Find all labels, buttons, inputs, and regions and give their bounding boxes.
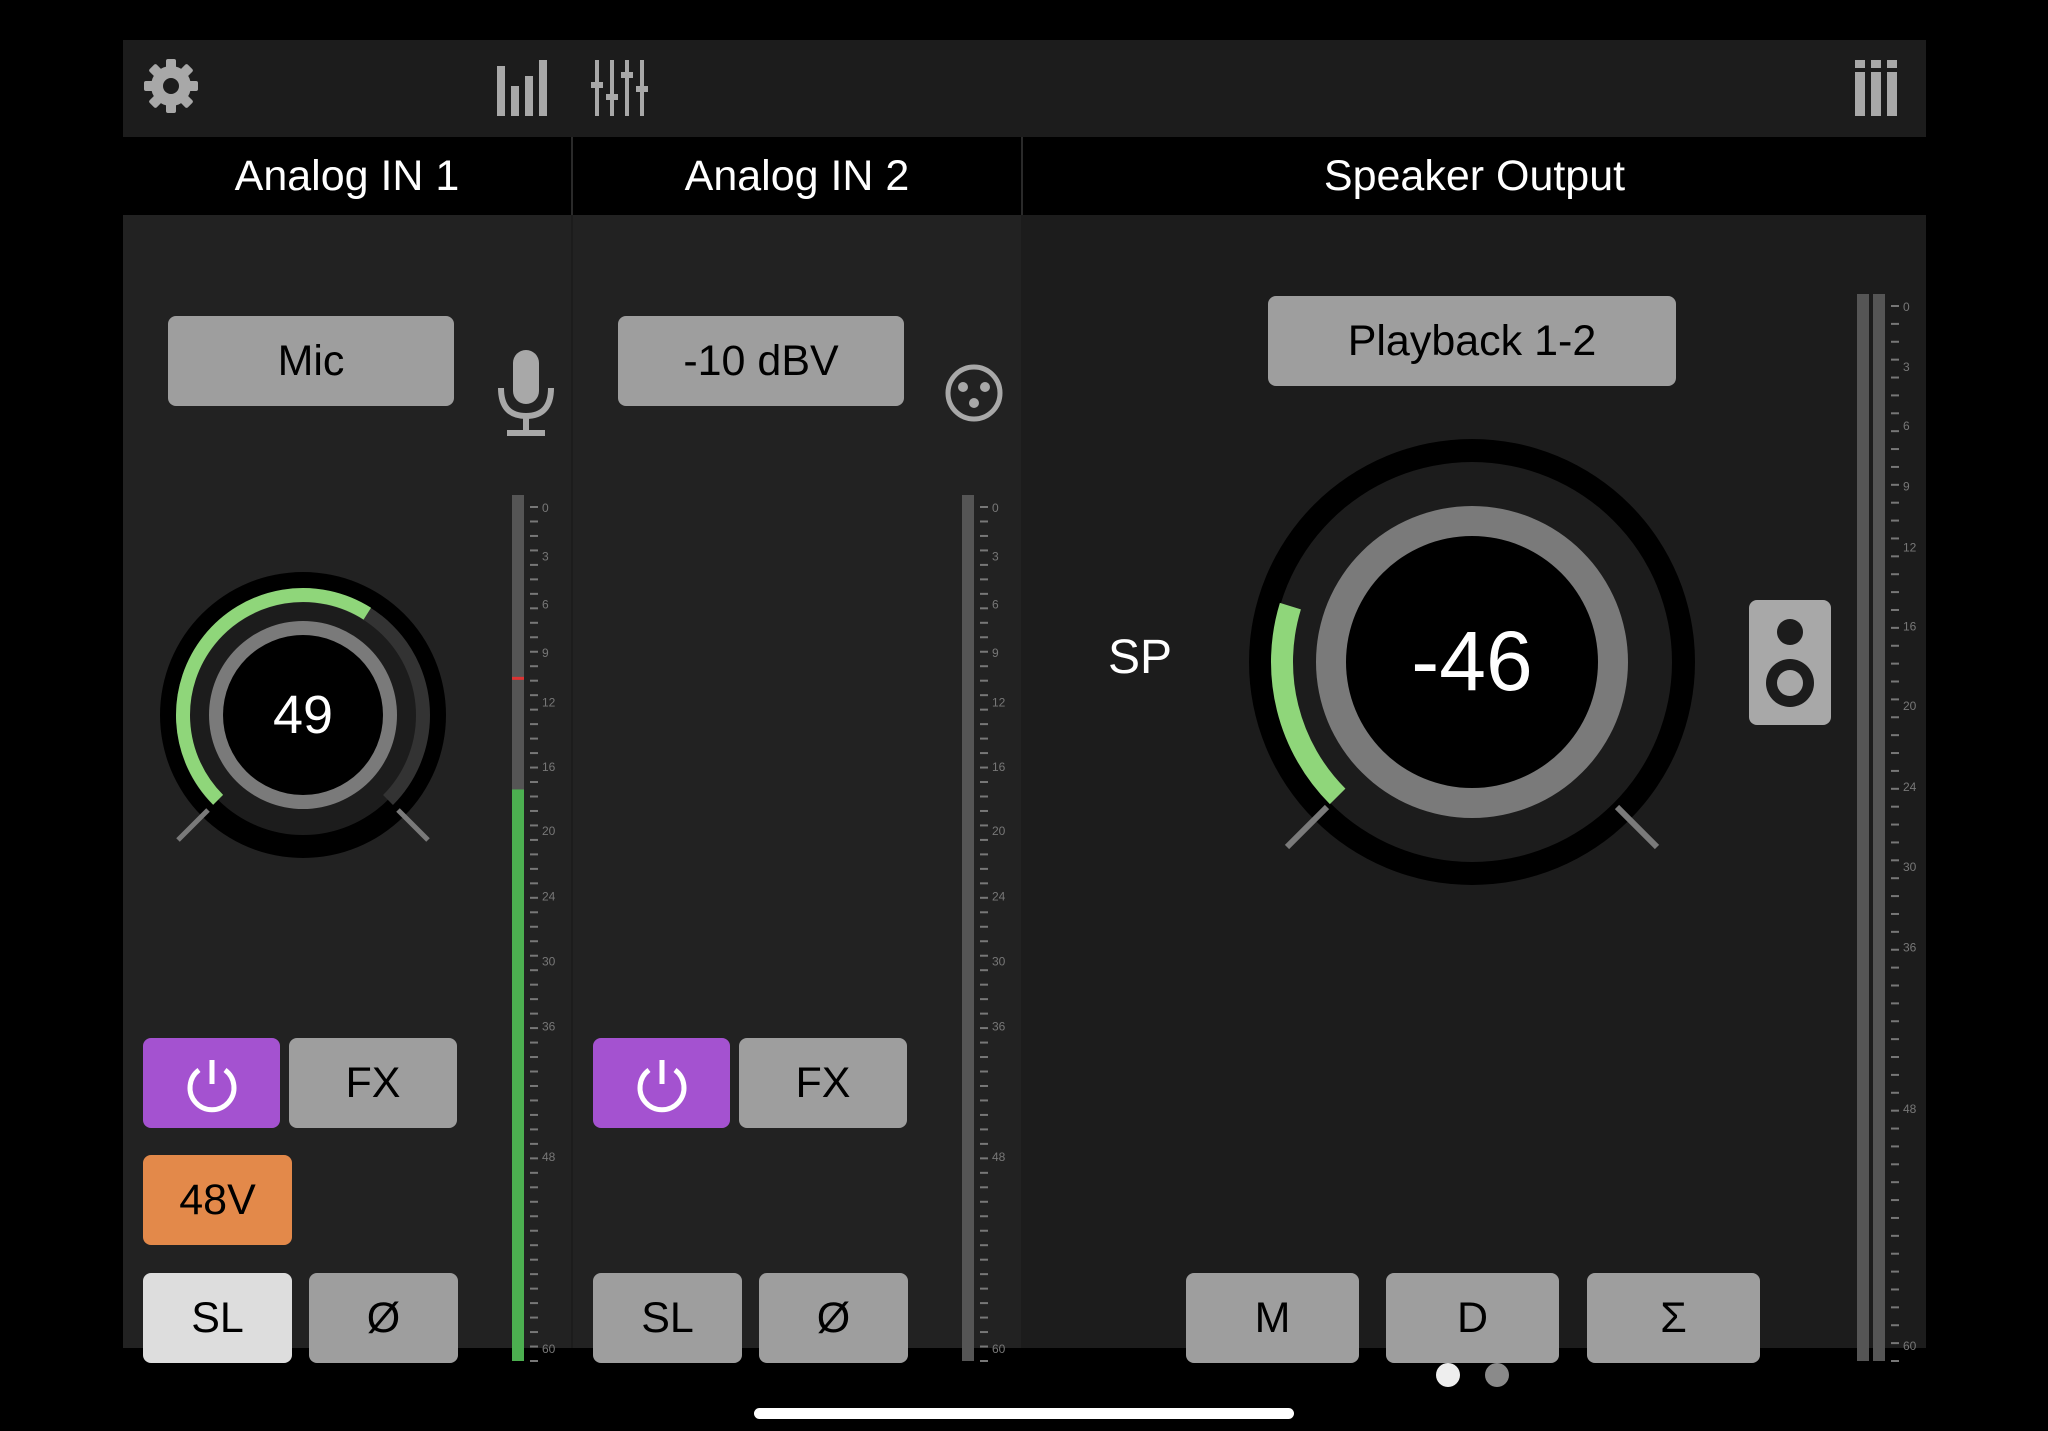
meter-scale-label: 48 bbox=[1903, 1102, 1917, 1116]
meter-scale-label: 3 bbox=[1903, 360, 1910, 374]
phantom-power-label: 48V bbox=[179, 1176, 256, 1224]
channel-title-speaker-output[interactable]: Speaker Output bbox=[1023, 137, 1926, 215]
solo-button[interactable]: SL bbox=[143, 1273, 292, 1363]
meter-bar-background bbox=[1857, 294, 1869, 1361]
fx-button[interactable]: FX bbox=[739, 1038, 907, 1128]
totalmix-app: Analog IN 1 Analog IN 2 Speaker Output M… bbox=[123, 40, 1926, 1363]
stereo-level-meter: 0 3 6 9 12 16 20 24 30 36 48 60 bbox=[1853, 294, 1923, 1365]
toolbar bbox=[123, 40, 1926, 137]
meter-scale-label: 3 bbox=[992, 550, 999, 564]
meter-scale-label: 16 bbox=[992, 760, 1006, 774]
meter-scale-label: 30 bbox=[992, 954, 1006, 968]
meter-scale-label: 60 bbox=[542, 1342, 556, 1356]
meter-scale-label: 6 bbox=[542, 598, 549, 612]
meter-scale-label: 6 bbox=[992, 598, 999, 612]
meter-scale-label: 24 bbox=[992, 890, 1006, 904]
meter-scale-label: 0 bbox=[992, 501, 999, 515]
meter-bar-background bbox=[1873, 294, 1885, 1361]
meter-scale-label: 9 bbox=[1903, 479, 1910, 493]
fx-label: FX bbox=[345, 1059, 401, 1107]
speaker-icon bbox=[1749, 600, 1831, 725]
mono-sum-label: Σ bbox=[1660, 1294, 1687, 1342]
playback-source-button[interactable]: Playback 1-2 bbox=[1268, 296, 1676, 386]
meter-scale-label: 3 bbox=[542, 550, 549, 564]
meter-scale-label: 20 bbox=[992, 824, 1006, 838]
meter-scale-label: 60 bbox=[1903, 1339, 1917, 1353]
input-source-label: Mic bbox=[277, 337, 345, 385]
dim-label: D bbox=[1456, 1294, 1489, 1342]
speaker-label: SP bbox=[1108, 631, 1173, 684]
input-source-label: -10 dBV bbox=[683, 337, 839, 385]
fx-button[interactable]: FX bbox=[289, 1038, 457, 1128]
level-meter: 0 3 6 9 12 16 20 24 30 36 48 60 bbox=[508, 495, 568, 1365]
solo-label: SL bbox=[641, 1294, 694, 1342]
volume-value: -46 bbox=[1411, 614, 1532, 708]
channel-layout-icon[interactable] bbox=[1853, 58, 1901, 118]
output-strip-speaker: Playback 1-2 SP -46 M D Σ 0 3 6 9 12 16 … bbox=[1023, 215, 1926, 1363]
phantom-power-button[interactable]: 48V bbox=[143, 1155, 292, 1245]
meter-scale-label: 24 bbox=[1903, 780, 1917, 794]
gain-knob[interactable]: 49 bbox=[158, 570, 448, 860]
meter-scale-label: 16 bbox=[1903, 620, 1917, 634]
meter-scale-label: 0 bbox=[1903, 300, 1910, 314]
gear-icon[interactable] bbox=[141, 56, 201, 116]
meter-scale-label: 20 bbox=[1903, 699, 1917, 713]
power-icon bbox=[187, 1060, 237, 1113]
channel-headers: Analog IN 1 Analog IN 2 Speaker Output bbox=[123, 137, 1926, 215]
meter-scale-label: 9 bbox=[992, 646, 999, 660]
input-source-button[interactable]: Mic bbox=[168, 316, 454, 406]
phase-label: Ø bbox=[816, 1294, 851, 1342]
power-icon bbox=[637, 1060, 687, 1113]
meter-scale-label: 9 bbox=[542, 646, 549, 660]
meter-scale-label: 0 bbox=[542, 501, 549, 515]
gain-value: 49 bbox=[273, 685, 333, 745]
meter-scale-label: 30 bbox=[1903, 860, 1917, 874]
page-dot bbox=[1485, 1363, 1509, 1387]
meter-bar-background bbox=[962, 495, 974, 1361]
input-source-button[interactable]: -10 dBV bbox=[618, 316, 904, 406]
meter-scale-label: 16 bbox=[542, 760, 556, 774]
meter-scale-label: 12 bbox=[1903, 541, 1917, 555]
meter-scale-label: 24 bbox=[542, 890, 556, 904]
channel-title-analog-in-2[interactable]: Analog IN 2 bbox=[573, 137, 1021, 215]
page-dot-active bbox=[1436, 1363, 1460, 1387]
meter-scale-label: 12 bbox=[992, 696, 1006, 710]
meter-scale-label: 36 bbox=[542, 1019, 556, 1033]
channel-strip-analog-in-2: -10 dBV FX SL Ø 0 3 6 9 12 16 20 24 30 36 48 60 bbox=[573, 215, 1021, 1363]
page-indicator[interactable] bbox=[1432, 1360, 1512, 1390]
channel-title-analog-in-1[interactable]: Analog IN 1 bbox=[123, 137, 571, 215]
meter-scale-label: 48 bbox=[542, 1150, 556, 1164]
phase-label: Ø bbox=[366, 1294, 401, 1342]
mixer-sliders-icon[interactable] bbox=[591, 58, 651, 118]
dim-button[interactable]: D bbox=[1386, 1273, 1559, 1363]
fx-label: FX bbox=[795, 1059, 851, 1107]
meter-peak-hold bbox=[512, 676, 524, 680]
microphone-icon bbox=[493, 350, 559, 440]
solo-label: SL bbox=[191, 1294, 244, 1342]
meter-scale-label: 12 bbox=[542, 696, 556, 710]
xlr-connector-icon bbox=[944, 363, 1004, 423]
channel-power-button[interactable] bbox=[143, 1038, 280, 1128]
mute-label: M bbox=[1254, 1294, 1291, 1342]
home-indicator[interactable] bbox=[754, 1408, 1294, 1419]
meter-scale-label: 6 bbox=[1903, 419, 1910, 433]
phase-invert-button[interactable]: Ø bbox=[759, 1273, 908, 1363]
channel-strip-analog-in-1: Mic 49 FX 48V SL Ø 0 3 6 9 12 16 20 24 3… bbox=[123, 215, 571, 1363]
meters-icon[interactable] bbox=[495, 58, 551, 118]
playback-source-label: Playback 1-2 bbox=[1347, 317, 1597, 365]
meter-scale-label: 60 bbox=[992, 1342, 1006, 1356]
mute-button[interactable]: M bbox=[1186, 1273, 1359, 1363]
meter-level-fill bbox=[512, 789, 524, 1361]
phase-invert-button[interactable]: Ø bbox=[309, 1273, 458, 1363]
meter-scale-label: 36 bbox=[992, 1019, 1006, 1033]
meter-scale-label: 36 bbox=[1903, 940, 1917, 954]
meter-scale-label: 48 bbox=[992, 1150, 1006, 1164]
meter-scale-label: 30 bbox=[542, 954, 556, 968]
meter-scale-label: 20 bbox=[542, 824, 556, 838]
mono-sum-button[interactable]: Σ bbox=[1587, 1273, 1760, 1363]
level-meter: 0 3 6 9 12 16 20 24 30 36 48 60 bbox=[958, 495, 1018, 1365]
channel-power-button[interactable] bbox=[593, 1038, 730, 1128]
solo-button[interactable]: SL bbox=[593, 1273, 742, 1363]
volume-knob[interactable]: -46 bbox=[1247, 437, 1697, 887]
